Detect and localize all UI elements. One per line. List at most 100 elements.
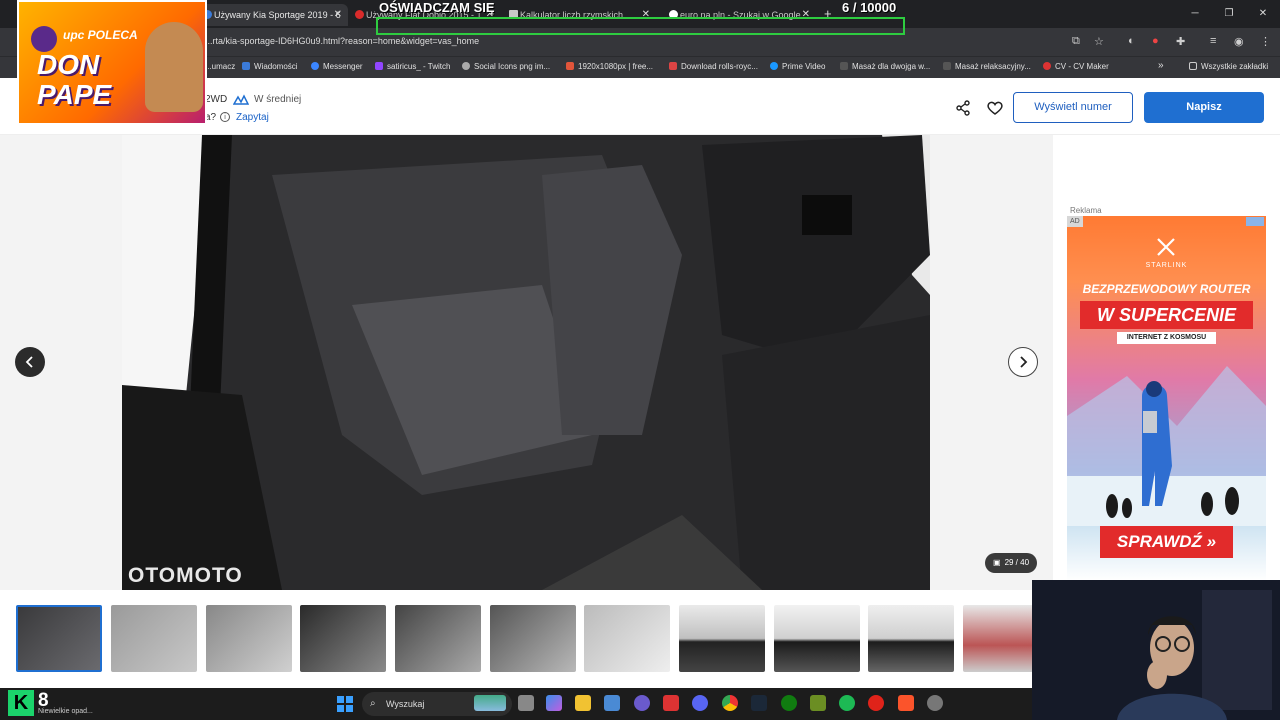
previous-photo-button[interactable] xyxy=(15,347,45,377)
close-tab-icon[interactable]: ✕ xyxy=(334,9,342,20)
store-icon[interactable] xyxy=(604,695,620,711)
weather-description: Niewielkie opad... xyxy=(38,708,93,715)
thumbnail[interactable] xyxy=(584,605,670,672)
copilot-icon[interactable] xyxy=(546,695,562,711)
weather-widget[interactable]: K 8 Niewielkie opad... xyxy=(4,688,94,720)
xbox-icon[interactable] xyxy=(781,695,797,711)
next-photo-button[interactable] xyxy=(1008,347,1038,377)
bookmarks-folder[interactable]: Wszystkie zakładki xyxy=(1189,62,1268,71)
thumbnail[interactable] xyxy=(490,605,576,672)
bookmark-item[interactable]: Masaż dla dwojga w... xyxy=(840,62,930,71)
ad-choices-icon[interactable] xyxy=(1246,217,1264,226)
bookmark-item[interactable]: satiricus_ - Twitch xyxy=(375,62,450,71)
bookmark-item[interactable]: Messenger xyxy=(311,62,363,71)
sponsor-name: DON PAPE xyxy=(37,49,112,110)
ad-headline-price: W SUPERCENIE xyxy=(1080,301,1253,329)
close-window-icon[interactable]: ✕ xyxy=(1246,0,1280,28)
main-car-photo[interactable]: OTOMOTO xyxy=(122,135,930,590)
obs-icon[interactable] xyxy=(927,695,943,711)
info-icon: i xyxy=(220,112,230,122)
thumbnail[interactable] xyxy=(395,605,481,672)
extensions-puzzle-icon[interactable]: ✚ xyxy=(1176,35,1185,48)
tab-favicon xyxy=(355,10,364,19)
file-explorer-icon[interactable] xyxy=(575,695,591,711)
thumbnail-strip xyxy=(0,590,1033,688)
ad-headline: BEZPRZEWODOWY ROUTER xyxy=(1082,282,1251,296)
streamer-image xyxy=(1032,580,1280,720)
otomoto-watermark: OTOMOTO xyxy=(128,564,243,587)
thumbnail[interactable] xyxy=(868,605,954,672)
more-bookmarks-icon[interactable]: » xyxy=(1158,60,1164,71)
share-icon[interactable] xyxy=(955,100,971,116)
install-app-icon[interactable]: ⧉ xyxy=(1072,35,1080,48)
bookmark-item[interactable]: Prime Video xyxy=(770,62,825,71)
lastpass-icon[interactable] xyxy=(663,695,679,711)
price-evaluation: W średniej xyxy=(254,94,302,105)
bookmark-item[interactable]: 1920x1080px | free... xyxy=(566,62,653,71)
menu-dots-icon[interactable]: ⋮ xyxy=(1260,35,1271,48)
price-eval-icon xyxy=(232,93,250,105)
webcam-overlay xyxy=(1032,580,1280,720)
challenge-label: OŚWIADCZAM SIĘ xyxy=(379,0,495,15)
camera-icon: ▣ xyxy=(993,558,1001,567)
bookmark-item[interactable]: CV - CV Maker xyxy=(1043,62,1109,71)
minecraft-icon[interactable] xyxy=(810,695,826,711)
thumbnail[interactable] xyxy=(679,605,765,672)
thumbnail[interactable] xyxy=(206,605,292,672)
app-icon[interactable] xyxy=(634,695,650,711)
show-number-button[interactable]: Wyświetl numer xyxy=(1013,92,1133,123)
ad-illustration xyxy=(1067,366,1266,526)
bookmark-item[interactable]: Wiadomości xyxy=(242,62,298,71)
bookmark-item[interactable]: Social Icons png im... xyxy=(462,62,550,71)
bookmark-item[interactable]: Download rolls-royc... xyxy=(669,62,758,71)
profile-icon[interactable]: ◉ xyxy=(1234,35,1244,48)
thumbnail[interactable] xyxy=(774,605,860,672)
car-interior-image xyxy=(122,135,930,590)
heart-icon[interactable] xyxy=(986,99,1004,117)
photo-gallery: OTOMOTO ▣ 29 / 40 xyxy=(0,135,1053,590)
ad-tag: AD xyxy=(1067,216,1083,227)
tab-kia-sportage[interactable]: Używany Kia Sportage 2019 - 6 ✕ xyxy=(200,4,348,26)
photo-counter-text: 29 / 40 xyxy=(1004,558,1030,567)
bookmark-item[interactable]: Masaż relaksacyjny... xyxy=(943,62,1031,71)
bookmark-star-icon[interactable]: ☆ xyxy=(1094,35,1104,48)
minimize-icon[interactable]: ─ xyxy=(1178,0,1212,28)
task-view-icon[interactable] xyxy=(518,695,534,711)
challenge-counter: 6 / 10000 xyxy=(842,0,897,15)
mascot-image xyxy=(145,22,203,112)
extension-badge-icon[interactable]: ● xyxy=(1152,35,1159,47)
ask-link[interactable]: Zapytaj xyxy=(236,112,269,123)
weather-badge: K xyxy=(8,690,34,716)
maximize-icon[interactable]: ❐ xyxy=(1212,0,1246,28)
thumbnail[interactable] xyxy=(16,605,102,672)
url-field[interactable]: ...rta/kia-sportage-ID6HG0u9.html?reason… xyxy=(205,36,479,46)
starlink-ad[interactable]: AD STARLINK BEZPRZEWODOWY ROUTER W SUPER… xyxy=(1067,216,1266,581)
tab-label: Używany Kia Sportage 2019 - 6 xyxy=(214,10,341,20)
ad-cta-button[interactable]: SPRAWDŹ » xyxy=(1100,526,1233,558)
ad-subline: INTERNET Z KOSMOSU xyxy=(1117,332,1216,344)
chrome-icon[interactable] xyxy=(722,695,738,711)
drive-type: 2WD xyxy=(205,94,228,105)
brave-icon[interactable] xyxy=(898,695,914,711)
challenge-progress-bar xyxy=(376,17,905,35)
steam-icon[interactable] xyxy=(751,695,767,711)
discord-icon[interactable] xyxy=(692,695,708,711)
chevron-left-icon xyxy=(25,356,33,368)
chevron-right-icon xyxy=(1020,356,1028,368)
thumbnail[interactable] xyxy=(300,605,386,672)
thumbnail[interactable] xyxy=(963,605,1033,672)
write-message-button[interactable]: Napisz xyxy=(1144,92,1264,123)
extension-icon[interactable]: ◐ xyxy=(1128,35,1135,47)
media-controls-icon[interactable]: ≡ xyxy=(1210,35,1216,47)
thumbnail[interactable] xyxy=(111,605,197,672)
opera-icon[interactable] xyxy=(868,695,884,711)
ad-brand: STARLINK xyxy=(1145,262,1188,269)
ad-label: Reklama xyxy=(1070,206,1102,215)
windows-start-icon[interactable] xyxy=(337,696,353,712)
sponsor-logo: upc POLECA DON PAPE xyxy=(17,0,207,125)
bookmark-item[interactable]: ...umacz xyxy=(205,62,235,71)
taskbar-search-label: Wyszukaj xyxy=(386,699,425,709)
spotify-icon[interactable] xyxy=(839,695,855,711)
window-controls: ─ ❐ ✕ xyxy=(1178,0,1280,28)
starlink-logo-icon xyxy=(1155,236,1177,258)
